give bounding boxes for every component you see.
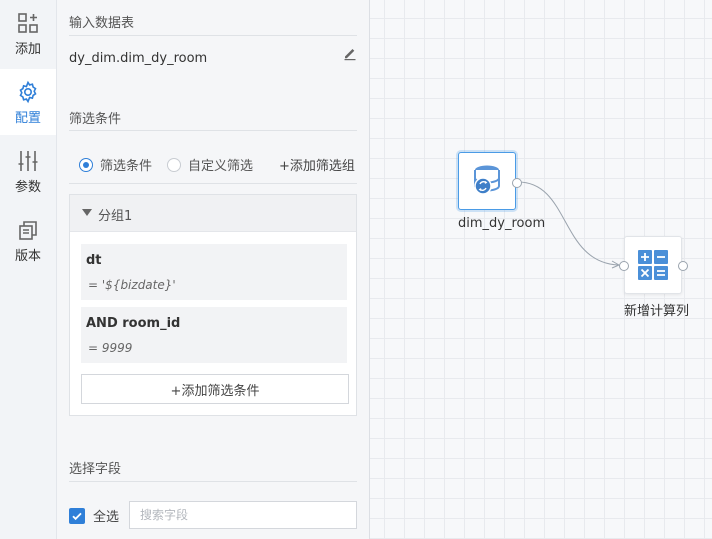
rail-item-label: 参数: [14, 180, 41, 195]
left-nav-rail: 添加 配置 参数 版本: [0, 0, 57, 539]
radio-label: 自定义筛选: [188, 159, 254, 174]
field-search-input[interactable]: [129, 501, 357, 529]
fields-section-title: 选择字段: [69, 462, 122, 477]
condition-field: AND room_id: [86, 316, 181, 331]
radio-filter-conditions[interactable]: 筛选条件: [79, 155, 152, 174]
node-label: dim_dy_room: [458, 216, 546, 231]
sliders-icon: [17, 148, 39, 174]
divider: [69, 183, 357, 184]
radio-custom-filter[interactable]: 自定义筛选: [167, 155, 253, 174]
divider: [69, 481, 357, 482]
pencil-icon: [344, 49, 356, 61]
filter-group: 分组1 dt = '${bizdate}' AND room_id = 9999…: [69, 194, 357, 416]
calculator-icon: [638, 250, 668, 280]
filter-condition[interactable]: AND room_id = 9999: [81, 307, 347, 363]
filter-section-title: 筛选条件: [69, 112, 122, 127]
edit-table-button[interactable]: [342, 45, 358, 61]
flow-canvas[interactable]: dim_dy_room 新增计算列: [370, 0, 712, 539]
filter-group-header[interactable]: 分组1: [70, 195, 356, 232]
condition-value: = 9999: [88, 341, 133, 355]
rail-item-config[interactable]: 配置: [0, 69, 56, 135]
select-all-label: 全选: [93, 510, 120, 525]
output-port[interactable]: [678, 261, 688, 271]
caret-down-icon: [82, 209, 92, 216]
radio-dot: [167, 157, 181, 172]
node-label: 新增计算列: [624, 304, 690, 319]
filter-group-title: 分组1: [98, 209, 133, 224]
node-source-table[interactable]: [458, 152, 522, 210]
input-table-title: 输入数据表: [69, 16, 135, 31]
rail-item-label: 版本: [14, 249, 41, 264]
checkmark-icon: [69, 507, 85, 524]
radio-label: 筛选条件: [100, 159, 153, 174]
copy-icon: [17, 217, 39, 243]
rail-item-version[interactable]: 版本: [0, 207, 56, 273]
gear-icon: [16, 79, 40, 105]
radio-dot: [79, 157, 93, 172]
config-panel: 输入数据表 dy_dim.dim_dy_room 筛选条件 筛选条件 自定义筛选…: [57, 0, 370, 539]
condition-field: dt: [86, 253, 102, 268]
rail-item-params[interactable]: 参数: [0, 138, 56, 204]
database-sync-icon: [474, 165, 500, 195]
input-table-value: dy_dim.dim_dy_room: [69, 51, 208, 66]
condition-value: = '${bizdate}': [88, 278, 176, 292]
output-port[interactable]: [512, 178, 522, 188]
add-filter-condition-button[interactable]: +添加筛选条件: [81, 374, 349, 404]
add-filter-group-link[interactable]: +添加筛选组: [279, 155, 355, 174]
rail-item-add[interactable]: 添加: [0, 0, 56, 66]
divider: [69, 35, 357, 36]
input-port[interactable]: [619, 261, 629, 271]
rail-item-label: 添加: [14, 42, 41, 57]
node-add-calculated-column[interactable]: [619, 236, 688, 294]
divider: [69, 130, 357, 131]
rail-item-label: 配置: [14, 111, 41, 126]
add-grid-icon: [17, 10, 39, 36]
select-all-checkbox[interactable]: 全选: [69, 506, 119, 525]
filter-condition[interactable]: dt = '${bizdate}': [81, 244, 347, 300]
